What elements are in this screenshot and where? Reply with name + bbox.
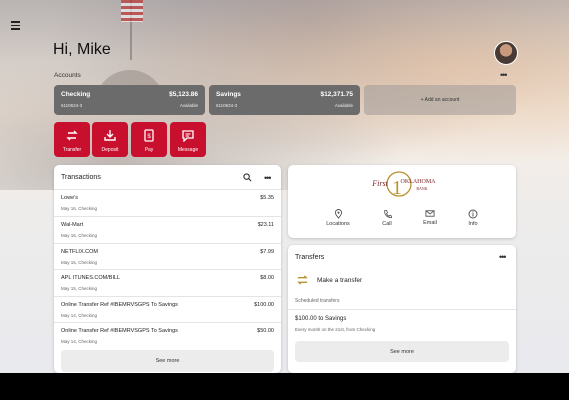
svg-text:$: $: [147, 134, 151, 140]
transaction-description: APL ITUNES.COM/BILL: [61, 275, 121, 281]
message-button[interactable]: Message: [170, 122, 206, 157]
account-name: Savings: [216, 91, 241, 98]
transactions-see-more-button[interactable]: See more: [61, 350, 274, 372]
info-button[interactable]: Info: [453, 209, 493, 227]
message-icon: [182, 130, 194, 142]
accounts-heading: Accounts: [54, 72, 81, 79]
transaction-amount: $100.00: [254, 302, 274, 308]
transaction-date: May 14, Checking: [61, 313, 98, 318]
transfers-more-icon[interactable]: •••: [499, 253, 507, 262]
table-row[interactable]: Wal-Mart $23.11 May 16, Checking: [54, 216, 281, 244]
info-label: Info: [468, 221, 478, 227]
add-account-button[interactable]: + Add an account: [364, 85, 516, 115]
transaction-amount: $8.00: [260, 275, 274, 281]
make-transfer-link[interactable]: Make a transfer: [317, 277, 362, 284]
scheduled-transfer-detail: Every month on the 21st, from Checking: [295, 327, 376, 332]
table-row[interactable]: Online Transfer Ref #IBEMRVSGPS To Savin…: [54, 322, 281, 350]
account-number: 6110634-3: [216, 103, 238, 108]
logo-text-oklahoma: OKLAHOMA: [401, 179, 437, 185]
search-icon[interactable]: [243, 173, 252, 182]
menu-icon[interactable]: [11, 21, 20, 32]
available-label: Available: [179, 103, 198, 108]
deposit-icon: [104, 130, 116, 141]
transaction-date: May 15, Checking: [61, 260, 98, 265]
phone-icon: [383, 209, 392, 219]
call-label: Call: [382, 221, 392, 227]
transactions-card: Transactions ••• Lowe's $5.35 May 16, Ch…: [54, 165, 281, 373]
logo-text-first: First: [371, 179, 388, 188]
transfers-see-more-button[interactable]: See more: [295, 341, 509, 362]
account-balance: $12,371.75: [320, 91, 353, 98]
transaction-description: Lowe's: [61, 195, 78, 201]
transaction-amount: $7.99: [260, 249, 274, 255]
transfer-label: Transfer: [62, 147, 82, 153]
make-transfer-icon[interactable]: [296, 274, 309, 286]
account-number: 6110634-3: [61, 103, 83, 108]
message-label: Message: [177, 147, 199, 153]
info-icon: [468, 209, 478, 219]
logo-text-bank: BANK: [416, 186, 427, 191]
location-pin-icon: [334, 209, 342, 219]
transactions-more-icon[interactable]: •••: [264, 174, 272, 183]
scheduled-transfer-row[interactable]: $100.00 to Savings Every month on the 21…: [288, 309, 516, 338]
accounts-more-icon[interactable]: •••: [500, 71, 508, 80]
transaction-description: Online Transfer Ref #IBEMRVSGPS To Savin…: [61, 328, 178, 334]
deposit-button[interactable]: Deposit: [92, 122, 128, 157]
bank-logo: 1 First OKLAHOMA BANK: [371, 171, 437, 199]
transfers-title: Transfers: [295, 254, 325, 261]
transaction-description: NETFLIX.COM: [61, 249, 98, 255]
transaction-description: Online Transfer Ref #IBEMRVSGPS To Savin…: [61, 302, 178, 308]
transaction-description: Wal-Mart: [61, 222, 84, 228]
scheduled-transfer-title: $100.00 to Savings: [295, 316, 347, 322]
email-label: Email: [423, 220, 437, 226]
pay-button[interactable]: $ Pay: [131, 122, 167, 157]
transaction-date: May 14, Checking: [61, 339, 98, 344]
transaction-date: May 16, Checking: [61, 233, 98, 238]
transfer-icon: [66, 130, 78, 141]
scheduled-transfers-label: Scheduled transfers: [295, 298, 340, 304]
email-button[interactable]: Email: [410, 209, 450, 226]
transaction-amount: $23.11: [257, 222, 274, 228]
transactions-title: Transactions: [61, 174, 101, 181]
account-tile-checking[interactable]: Checking 6110634-3 $5,123.86 Available: [54, 85, 205, 115]
transaction-amount: $5.35: [260, 195, 274, 201]
transfer-button[interactable]: Transfer: [54, 122, 90, 157]
pay-icon: $: [144, 129, 154, 142]
table-row[interactable]: APL ITUNES.COM/BILL $8.00 May 15, Checki…: [54, 269, 281, 297]
available-label: Available: [334, 103, 353, 108]
locations-label: Locations: [326, 221, 350, 227]
account-name: Checking: [61, 91, 91, 98]
email-icon: [425, 210, 435, 217]
app-screen: Hi, Mike Accounts ••• Checking 6110634-3…: [0, 0, 569, 373]
transaction-date: May 16, Checking: [61, 206, 98, 211]
table-row[interactable]: NETFLIX.COM $7.99 May 15, Checking: [54, 243, 281, 271]
flag-decoration: [121, 0, 143, 22]
call-button[interactable]: Call: [367, 209, 407, 227]
deposit-label: Deposit: [101, 147, 119, 153]
greeting: Hi, Mike: [53, 41, 111, 58]
pay-label: Pay: [144, 147, 154, 153]
transaction-date: May 15, Checking: [61, 286, 98, 291]
transaction-amount: $50.00: [257, 328, 274, 334]
avatar[interactable]: [494, 41, 518, 65]
table-row[interactable]: Online Transfer Ref #IBEMRVSGPS To Savin…: [54, 296, 281, 324]
account-balance: $5,123.86: [169, 91, 198, 98]
table-row[interactable]: Lowe's $5.35 May 16, Checking: [54, 189, 281, 217]
locations-button[interactable]: Locations: [318, 209, 358, 227]
account-tile-savings[interactable]: Savings 6110634-3 $12,371.75 Available: [209, 85, 360, 115]
